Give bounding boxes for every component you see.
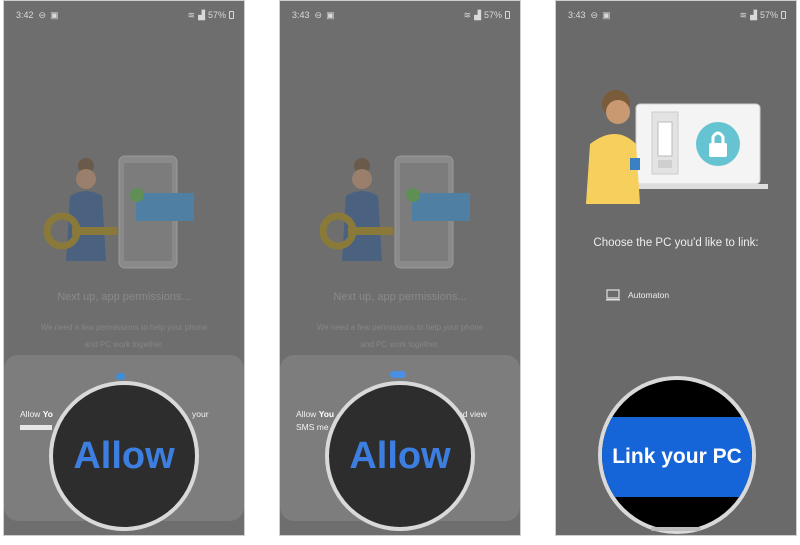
allow-button-label: Allow: [73, 434, 175, 477]
card-shape: [136, 193, 194, 221]
wifi-icon: ≋: [463, 9, 472, 20]
battery-percent: 57%: [759, 10, 778, 20]
permission-text-line-2: SMS me: [296, 422, 329, 432]
allow-button-label: Allow: [349, 434, 451, 477]
permission-text-bold: You: [318, 409, 335, 419]
image-icon: ▣: [326, 9, 335, 20]
permissions-illustration: [320, 155, 470, 269]
subtext-line-2: and PC work together.: [84, 340, 164, 349]
subtext-line-2: and PC work together.: [360, 340, 440, 349]
phone-screen-3: 3:43 ⊖ ▣ ≋ ▟ 57% Choose the PC you'd lik…: [555, 0, 797, 536]
permissions-heading: Next up, app permissions...: [333, 291, 467, 303]
dnd-icon: ⊖: [38, 9, 47, 20]
link-your-pc-button[interactable]: Link your PC: [602, 417, 752, 497]
permission-text-start: Allow You: [296, 408, 334, 420]
choose-pc-label: Choose the PC you'd like to link:: [593, 237, 759, 249]
pc-list-item-automaton[interactable]: Automaton: [606, 289, 669, 301]
status-time: 3:42: [16, 10, 34, 20]
image-icon: ▣: [50, 9, 59, 20]
image-icon: ▣: [602, 9, 611, 20]
permission-text-prefix: Allow: [20, 409, 43, 419]
dnd-icon: ⊖: [590, 9, 599, 20]
permission-text-start: Allow Yo: [20, 408, 53, 420]
sheet-handle[interactable]: [390, 371, 406, 378]
link-your-pc-button-zoom[interactable]: Link your PC: [598, 376, 756, 534]
link-your-pc-label: Link your PC: [612, 445, 742, 468]
wifi-icon: ≋: [187, 9, 196, 20]
signal-icon: ▟: [474, 9, 481, 20]
permissions-heading: Next up, app permissions...: [57, 291, 191, 303]
subtext-line-1: We need a few permissions to help your p…: [316, 323, 484, 332]
battery-icon: [505, 11, 510, 19]
battery-percent: 57%: [207, 10, 226, 20]
status-bar: 3:42 ⊖ ▣ ≋ ▟ 57%: [16, 7, 234, 23]
allow-button-zoom[interactable]: Allow: [49, 381, 199, 531]
pc-name: Automaton: [628, 290, 670, 300]
check-icon: [130, 188, 144, 202]
status-time: 3:43: [292, 10, 310, 20]
dnd-icon: ⊖: [314, 9, 323, 20]
permission-text-prefix: Allow: [296, 409, 319, 419]
status-bar: 3:43 ⊖ ▣ ≋ ▟ 57%: [292, 7, 510, 23]
battery-percent: 57%: [483, 10, 502, 20]
card-shape: [412, 193, 470, 221]
permission-text-bold: Yo: [42, 409, 53, 419]
sheet-handle[interactable]: [116, 373, 125, 380]
signal-icon: ▟: [198, 9, 205, 20]
signal-icon: ▟: [750, 9, 757, 20]
battery-icon: [229, 11, 234, 19]
phone-screen-1: 3:42 ⊖ ▣ ≋ ▟ 57% Next up, app permission…: [3, 0, 245, 536]
permission-text-end: your: [192, 409, 209, 419]
battery-icon: [781, 11, 786, 19]
status-bar: 3:43 ⊖ ▣ ≋ ▟ 57%: [568, 7, 786, 23]
link-pc-illustration: [586, 90, 768, 204]
computer-icon: [606, 289, 620, 301]
wifi-icon: ≋: [739, 9, 748, 20]
permissions-illustration: [44, 155, 194, 269]
home-indicator: [651, 527, 701, 531]
status-time: 3:43: [568, 10, 586, 20]
allow-button-zoom[interactable]: Allow: [325, 381, 475, 531]
permissions-subtext: We need a few permissions to help your p…: [22, 319, 226, 353]
subtext-line-1: We need a few permissions to help your p…: [40, 323, 208, 332]
redacted-text: [20, 425, 52, 430]
phone-screen-2: 3:43 ⊖ ▣ ≋ ▟ 57% Next up, app permission…: [279, 0, 521, 536]
check-icon: [406, 188, 420, 202]
permissions-subtext: We need a few permissions to help your p…: [298, 319, 502, 353]
